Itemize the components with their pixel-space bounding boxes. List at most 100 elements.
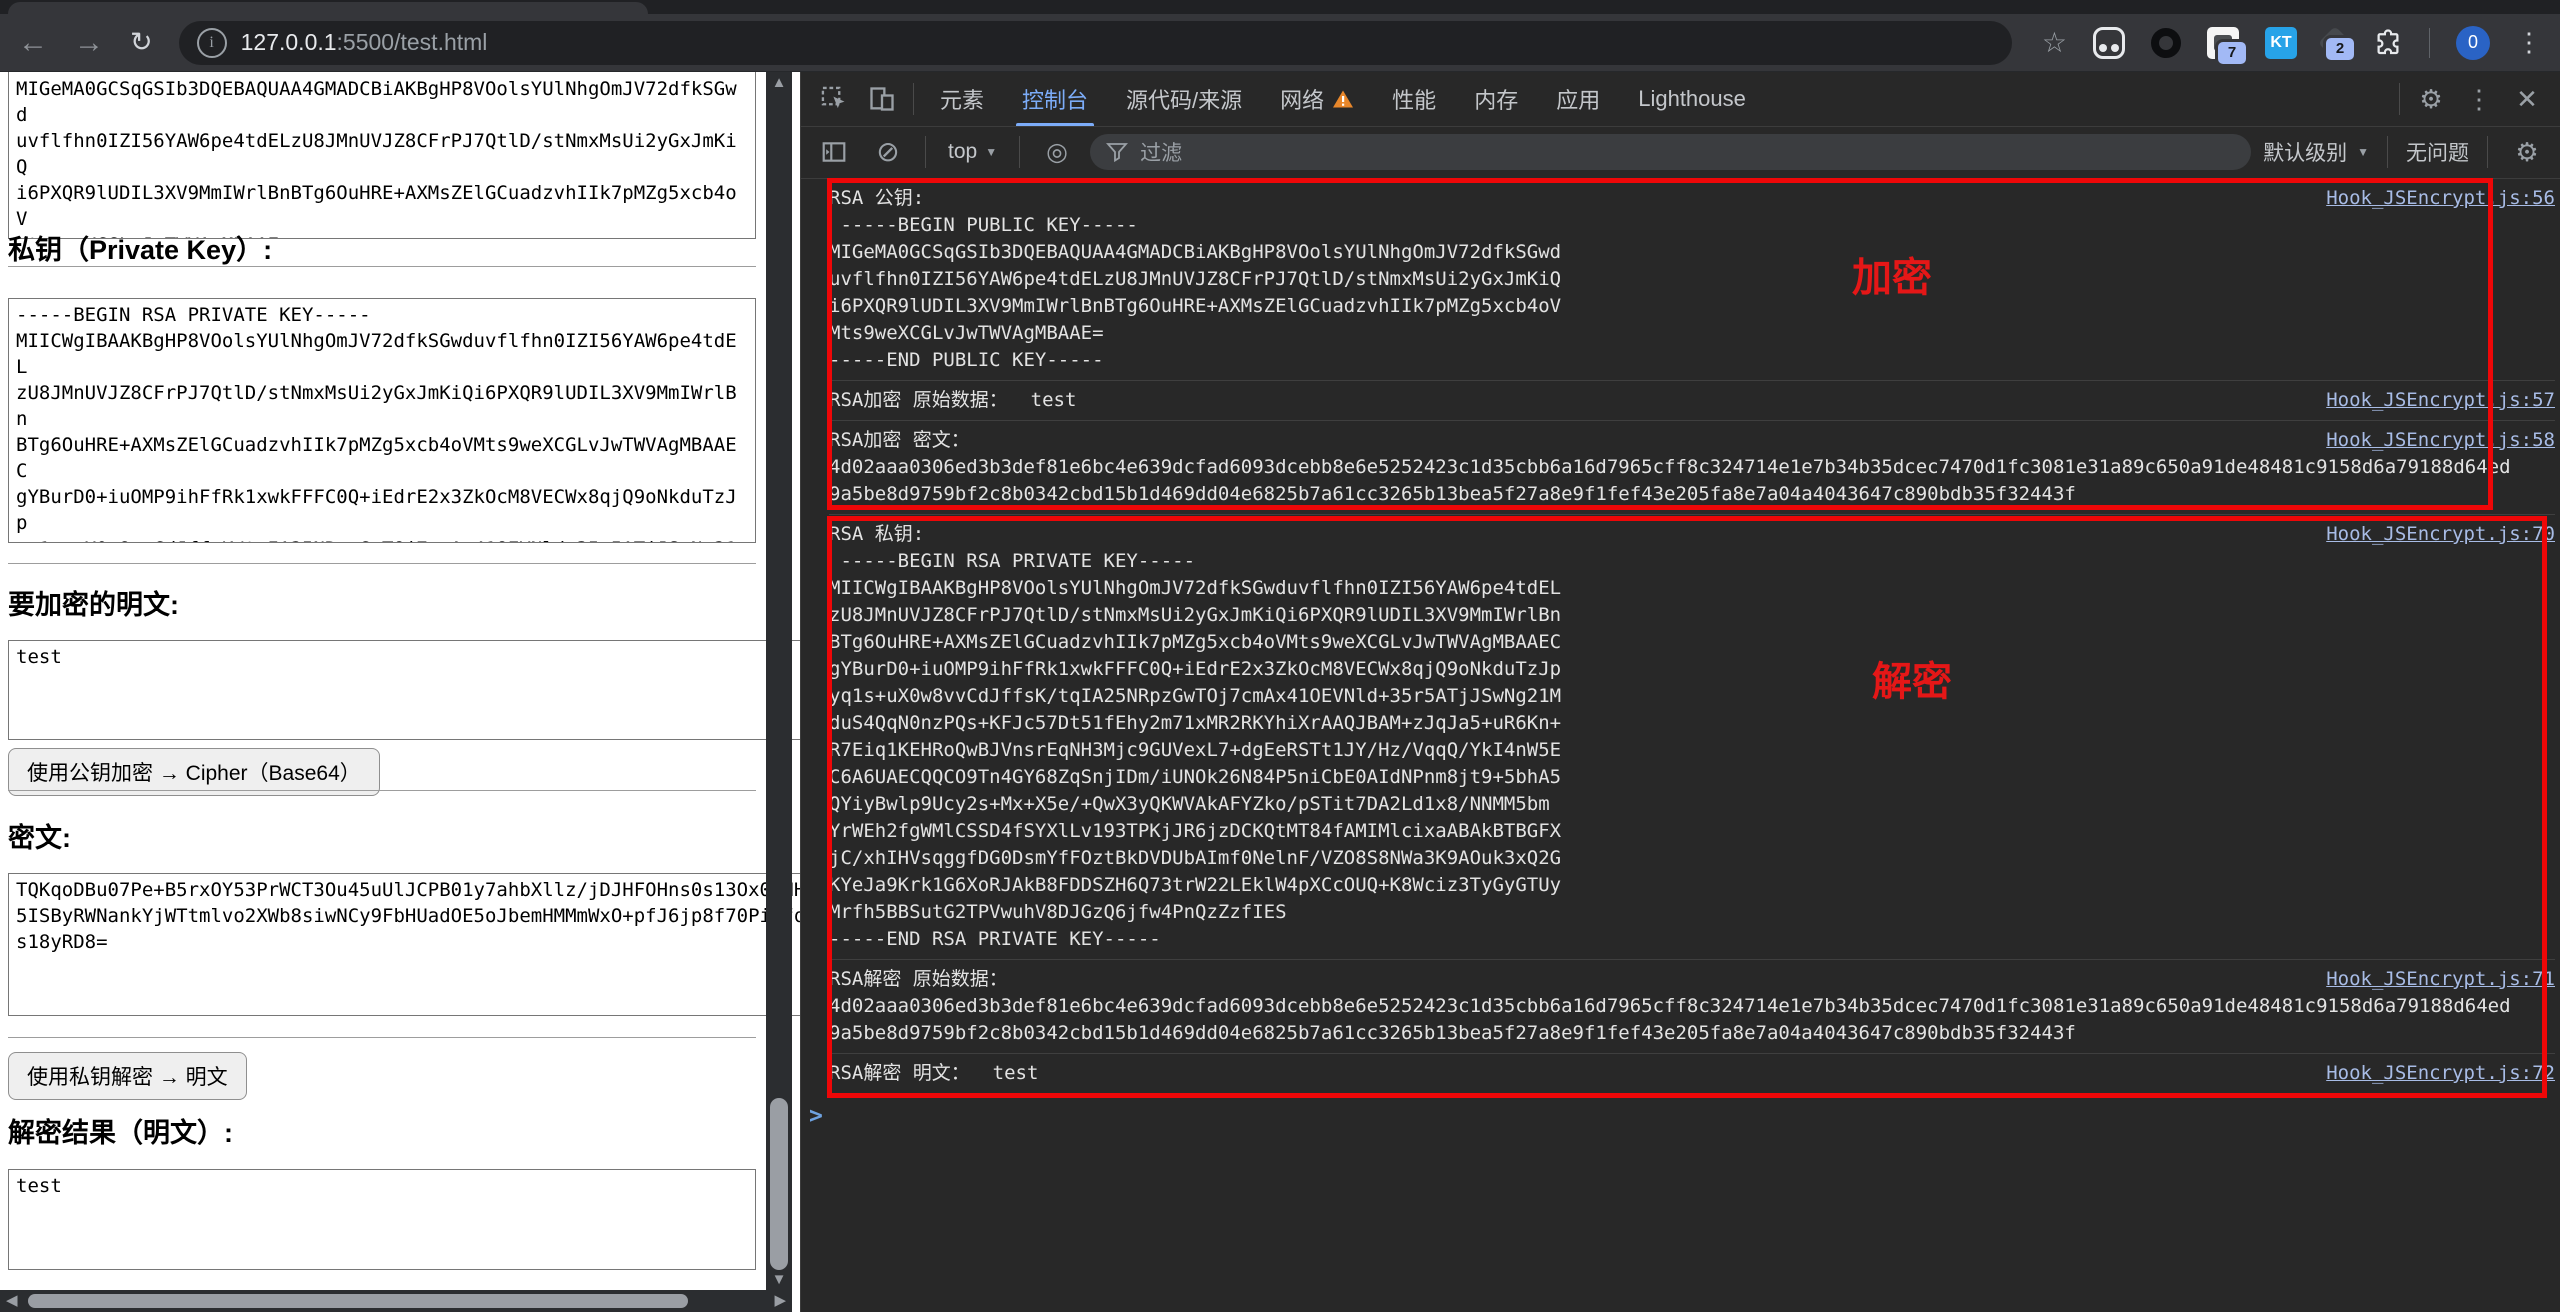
source-link[interactable]: Hook_JSEncrypt.js:70: [2326, 521, 2555, 548]
filter-funnel-icon: [1106, 141, 1128, 163]
scroll-left-icon[interactable]: ◀: [6, 1291, 18, 1309]
vertical-scrollbar-thumb[interactable]: [770, 1098, 788, 1270]
console-toolbar-right: 默认级别 ▼ 无问题 ⚙: [2263, 131, 2548, 173]
console-settings-icon[interactable]: ⚙: [2506, 131, 2548, 173]
tab-elements[interactable]: 元素: [924, 72, 1000, 126]
tab-memory[interactable]: 内存: [1458, 72, 1534, 126]
toolbar-divider: [1019, 136, 1020, 168]
plaintext-label: 要加密的明文:: [8, 583, 179, 622]
extensions-puzzle-icon[interactable]: [2373, 28, 2403, 58]
tab-network[interactable]: 网络: [1264, 72, 1370, 126]
log-level-label: 默认级别: [2263, 137, 2347, 167]
console-toolbar: ⊘ top ▼ ◎ 过滤 默认级别 ▼ 无问题 ⚙: [801, 126, 2560, 179]
profile-avatar[interactable]: 0: [2456, 26, 2490, 60]
source-link[interactable]: Hook_JSEncrypt.js:57: [2326, 387, 2555, 414]
devtools-settings-icon[interactable]: ⚙: [2410, 78, 2452, 120]
source-link[interactable]: Hook_JSEncrypt.js:58: [2326, 427, 2555, 454]
console-message: RSA 私钥: -----BEGIN RSA PRIVATE KEY----- …: [829, 521, 2555, 953]
tab-application[interactable]: 应用: [1540, 72, 1616, 126]
console-entry: RSA加密 原始数据： test Hook_JSEncrypt.js:57: [829, 381, 2555, 421]
extension-badge: 2: [2323, 35, 2357, 63]
section-divider: [8, 563, 756, 564]
forward-icon[interactable]: →: [74, 28, 104, 58]
console-prompt-chevron[interactable]: >: [801, 1093, 2560, 1130]
tab-performance[interactable]: 性能: [1376, 72, 1452, 126]
issues-counter[interactable]: 无问题: [2406, 137, 2469, 167]
chevron-down-icon: ▼: [2357, 145, 2369, 159]
public-key-textarea[interactable]: -----BEGIN PUBLIC KEY----- MIGeMA0GCSqGS…: [8, 72, 756, 239]
devtools-tabbar: 元素 控制台 源代码/来源 网络 性能 内存 应用 Lighthouse ⚙ ⋮…: [801, 72, 2560, 127]
url-text: 127.0.0.1:5500/test.html: [241, 29, 488, 56]
decrypt-button[interactable]: 使用私钥解密 → 明文: [8, 1052, 247, 1100]
source-link[interactable]: Hook_JSEncrypt.js:71: [2326, 966, 2555, 993]
squircle-dots-icon: [2093, 27, 2125, 59]
tab-label: 性能: [1392, 83, 1436, 115]
scroll-down-icon[interactable]: ▼: [766, 1271, 792, 1288]
chevron-down-icon: ▼: [985, 145, 997, 159]
console-message: RSA 公钥: -----BEGIN PUBLIC KEY----- MIGeM…: [829, 185, 2555, 374]
private-key-label: 私钥（Private Key）:: [8, 228, 272, 267]
context-label: top: [948, 140, 977, 164]
tab-sources[interactable]: 源代码/来源: [1110, 72, 1258, 126]
tab-label: 应用: [1556, 83, 1600, 115]
encrypt-button[interactable]: 使用公钥加密 → Cipher（Base64）: [8, 748, 380, 796]
decrypt-result-label: 解密结果（明文）:: [8, 1111, 233, 1150]
log-level-selector[interactable]: 默认级别 ▼: [2263, 137, 2369, 167]
back-icon[interactable]: ←: [18, 28, 48, 58]
extension-screenshot-icon[interactable]: 7: [2207, 27, 2239, 59]
browser-toolbar: ← → ↻ i 127.0.0.1:5500/test.html ☆ 7 KT …: [0, 14, 2560, 72]
address-bar[interactable]: i 127.0.0.1:5500/test.html: [179, 21, 2012, 65]
refresh-icon[interactable]: ↻: [130, 29, 153, 56]
tab-lighthouse[interactable]: Lighthouse: [1622, 72, 1762, 126]
console-output: RSA 公钥: -----BEGIN PUBLIC KEY----- MIGeM…: [801, 179, 2560, 1312]
device-toolbar-icon[interactable]: [861, 78, 903, 120]
vertical-scrollbar[interactable]: ▲ ▼: [766, 72, 792, 1290]
devtools-menu-icon[interactable]: ⋮: [2458, 78, 2500, 120]
decrypt-result-textarea[interactable]: test: [8, 1169, 756, 1270]
browser-chrome: ← → ↻ i 127.0.0.1:5500/test.html ☆ 7 KT …: [0, 0, 2560, 72]
console-entry: RSA 公钥: -----BEGIN PUBLIC KEY----- MIGeM…: [829, 179, 2555, 381]
console-entry: RSA 私钥: -----BEGIN RSA PRIVATE KEY----- …: [829, 515, 2555, 960]
devtools-close-icon[interactable]: ✕: [2506, 78, 2548, 120]
tab-label: 源代码/来源: [1126, 83, 1242, 115]
console-filter-input[interactable]: 过滤: [1090, 134, 2251, 170]
kt-icon: KT: [2265, 27, 2297, 59]
private-key-textarea[interactable]: -----BEGIN RSA PRIVATE KEY----- MIICWgIB…: [8, 298, 756, 543]
extension-squircle-icon[interactable]: [2093, 27, 2125, 59]
sidebar-panel-icon: [821, 139, 847, 165]
cipher-label: 密文:: [8, 816, 71, 855]
browser-tabstrip: [0, 0, 2560, 14]
scroll-up-icon[interactable]: ▲: [766, 74, 792, 91]
live-expression-eye-icon[interactable]: ◎: [1036, 131, 1078, 173]
console-entry: RSA加密 密文： 4d02aaa0306ed3b3def81e6bc4e639…: [829, 421, 2555, 515]
clear-console-icon[interactable]: ⊘: [867, 131, 909, 173]
active-browser-tab[interactable]: [8, 2, 648, 14]
tabbar-divider: [2399, 83, 2400, 115]
tab-console[interactable]: 控制台: [1006, 72, 1104, 126]
console-message: RSA解密 原始数据： 4d02aaa0306ed3b3def81e6bc4e6…: [829, 966, 2555, 1047]
extension-ring-icon[interactable]: [2151, 28, 2181, 58]
plaintext-textarea[interactable]: test: [8, 640, 800, 740]
toolbar-divider: [925, 136, 926, 168]
toolbar-divider: [2429, 28, 2430, 58]
inspect-element-icon[interactable]: [813, 78, 855, 120]
context-selector[interactable]: top ▼: [942, 140, 1003, 164]
devtools-window-controls: ⚙ ⋮ ✕: [2395, 78, 2548, 120]
section-divider: [8, 790, 756, 791]
console-entry: RSA解密 明文： test Hook_JSEncrypt.js:72: [829, 1054, 2555, 1093]
extension-spade-icon[interactable]: 2: [2323, 31, 2347, 55]
console-sidebar-icon[interactable]: [813, 131, 855, 173]
horizontal-scrollbar-thumb[interactable]: [28, 1294, 688, 1308]
tab-label: 元素: [940, 83, 984, 115]
cipher-textarea[interactable]: TQKqoDBu07Pe+B5rxOY53PrWCT3Ou45uUlJCPB01…: [8, 873, 800, 1016]
horizontal-scrollbar[interactable]: ◀ ▶: [0, 1290, 792, 1312]
warning-icon: [1332, 89, 1354, 109]
bookmark-star-icon[interactable]: ☆: [2042, 26, 2067, 59]
source-link[interactable]: Hook_JSEncrypt.js:72: [2326, 1060, 2555, 1087]
site-info-icon[interactable]: i: [197, 28, 227, 58]
scroll-right-icon[interactable]: ▶: [774, 1291, 786, 1309]
browser-menu-icon[interactable]: ⋮: [2516, 27, 2542, 58]
source-link[interactable]: Hook_JSEncrypt.js:56: [2326, 185, 2555, 212]
section-divider: [8, 1037, 756, 1038]
extension-kt-icon[interactable]: KT: [2265, 27, 2297, 59]
